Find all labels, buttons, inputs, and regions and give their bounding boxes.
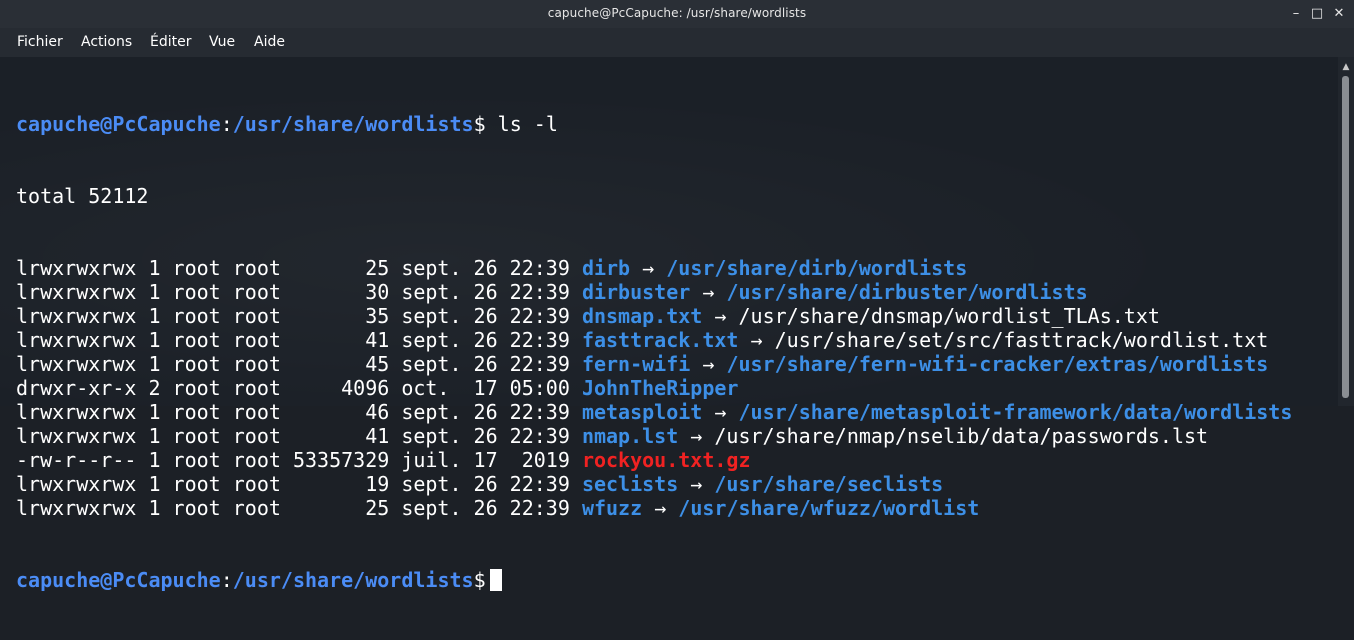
- prompt-separator: :: [220, 112, 233, 136]
- terminal-output[interactable]: capuche@PcCapuche:/usr/share/wordlists$ …: [0, 57, 1338, 592]
- file-name: dirbuster: [581, 280, 691, 304]
- scrollbar-thumb[interactable]: [1342, 76, 1349, 398]
- link-arrow: →: [678, 424, 715, 448]
- link-target: /usr/share/wfuzz/wordlist: [678, 496, 980, 520]
- menu-fichier[interactable]: Fichier: [17, 34, 63, 50]
- listing-row: -rw-r--r-- 1 root root 53357329 juil. 17…: [16, 448, 1292, 472]
- link-target: /usr/share/nmap/nselib/data/passwords.ls…: [714, 424, 1209, 448]
- prompt-user-host: capuche@PcCapuche: [16, 112, 221, 136]
- link-target: /usr/share/dirb/wordlists: [666, 256, 968, 280]
- link-target: /usr/share/fern-wifi-cracker/extras/word…: [726, 352, 1269, 376]
- listing-row: lrwxrwxrwx 1 root root 46 sept. 26 22:39…: [16, 400, 1292, 424]
- file-meta: lrwxrwxrwx 1 root root 41 sept. 26 22:39: [16, 328, 582, 352]
- file-meta: lrwxrwxrwx 1 root root 19 sept. 26 22:39: [16, 472, 582, 496]
- terminal-lines: capuche@PcCapuche:/usr/share/wordlists$ …: [16, 64, 1292, 640]
- file-meta: lrwxrwxrwx 1 root root 45 sept. 26 22:39: [16, 352, 582, 376]
- file-name: rockyou.txt.gz: [581, 448, 751, 472]
- scroll-up-arrow-icon[interactable]: ▲: [1338, 62, 1354, 74]
- file-name: nmap.lst: [581, 424, 679, 448]
- close-icon[interactable]: ✕: [1329, 4, 1349, 24]
- file-meta: lrwxrwxrwx 1 root root 25 sept. 26 22:39: [16, 496, 582, 520]
- link-arrow: →: [690, 352, 727, 376]
- listing-row: lrwxrwxrwx 1 root root 30 sept. 26 22:39…: [16, 280, 1292, 304]
- file-meta: lrwxrwxrwx 1 root root 35 sept. 26 22:39: [16, 304, 582, 328]
- listing-row: lrwxrwxrwx 1 root root 45 sept. 26 22:39…: [16, 352, 1292, 376]
- file-name: wfuzz: [581, 496, 643, 520]
- link-arrow: →: [630, 256, 667, 280]
- link-target: /usr/share/set/src/fasttrack/wordlist.tx…: [774, 328, 1269, 352]
- listing-row: lrwxrwxrwx 1 root root 41 sept. 26 22:39…: [16, 424, 1292, 448]
- total-line: total 52112: [16, 184, 149, 208]
- file-meta: lrwxrwxrwx 1 root root 46 sept. 26 22:39: [16, 400, 582, 424]
- file-meta: -rw-r--r-- 1 root root 53357329 juil. 17…: [16, 448, 582, 472]
- file-meta: lrwxrwxrwx 1 root root 30 sept. 26 22:39: [16, 280, 582, 304]
- maximize-icon[interactable]: □: [1307, 4, 1327, 24]
- file-name: dirb: [581, 256, 631, 280]
- file-name: fern-wifi: [581, 352, 691, 376]
- command-text: ls -l: [497, 112, 558, 136]
- menu-editer[interactable]: Éditer: [150, 34, 191, 50]
- file-name: metasploit: [581, 400, 703, 424]
- link-arrow: →: [702, 400, 739, 424]
- file-name: dnsmap.txt: [581, 304, 703, 328]
- menu-actions[interactable]: Actions: [81, 34, 132, 50]
- listing-row: lrwxrwxrwx 1 root root 25 sept. 26 22:39…: [16, 496, 1292, 520]
- link-arrow: →: [702, 304, 739, 328]
- prompt-path: /usr/share/wordlists: [232, 112, 474, 136]
- link-target: /usr/share/dirbuster/wordlists: [726, 280, 1088, 304]
- link-arrow: →: [678, 472, 715, 496]
- link-target: /usr/share/dnsmap/wordlist_TLAs.txt: [738, 304, 1160, 328]
- listing-row: lrwxrwxrwx 1 root root 19 sept. 26 22:39…: [16, 472, 1292, 496]
- menu-vue[interactable]: Vue: [209, 34, 235, 50]
- prompt-separator: :: [220, 568, 233, 592]
- window-titlebar[interactable]: capuche@PcCapuche: /usr/share/wordlists …: [0, 0, 1354, 28]
- prompt-line: capuche@PcCapuche:/usr/share/wordlists$ …: [16, 112, 1292, 136]
- listing-row: lrwxrwxrwx 1 root root 35 sept. 26 22:39…: [16, 304, 1292, 328]
- listing-row: lrwxrwxrwx 1 root root 25 sept. 26 22:39…: [16, 256, 1292, 280]
- link-arrow: →: [738, 328, 775, 352]
- minimize-icon[interactable]: –: [1286, 4, 1306, 24]
- file-name: seclists: [581, 472, 679, 496]
- file-meta: lrwxrwxrwx 1 root root 25 sept. 26 22:39: [16, 256, 582, 280]
- link-arrow: →: [690, 280, 727, 304]
- file-meta: lrwxrwxrwx 1 root root 41 sept. 26 22:39: [16, 424, 582, 448]
- file-name: fasttrack.txt: [581, 328, 739, 352]
- file-name: JohnTheRipper: [581, 376, 739, 400]
- prompt-user-host: capuche@PcCapuche: [16, 568, 221, 592]
- link-target: /usr/share/metasploit-framework/data/wor…: [738, 400, 1293, 424]
- prompt-sign: $: [473, 112, 486, 136]
- menu-aide[interactable]: Aide: [254, 34, 285, 50]
- menu-bar: Fichier Actions Éditer Vue Aide: [0, 28, 1354, 57]
- listing-row: lrwxrwxrwx 1 root root 41 sept. 26 22:39…: [16, 328, 1292, 352]
- prompt-line-current: capuche@PcCapuche:/usr/share/wordlists$: [16, 568, 1292, 592]
- link-arrow: →: [642, 496, 679, 520]
- file-meta: drwxr-xr-x 2 root root 4096 oct. 17 05:0…: [16, 376, 582, 400]
- link-target: /usr/share/seclists: [714, 472, 944, 496]
- prompt-sign: $: [473, 568, 486, 592]
- window-title: capuche@PcCapuche: /usr/share/wordlists: [547, 6, 807, 20]
- listing-row: drwxr-xr-x 2 root root 4096 oct. 17 05:0…: [16, 376, 1292, 400]
- prompt-path: /usr/share/wordlists: [232, 568, 474, 592]
- text-cursor: [489, 569, 502, 591]
